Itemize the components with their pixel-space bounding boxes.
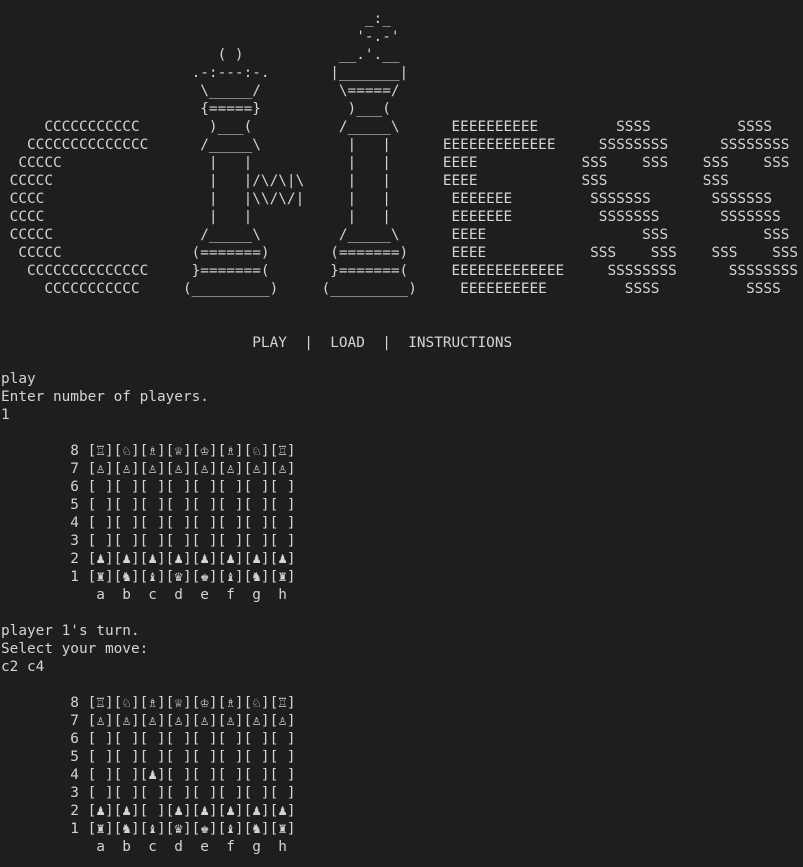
logo-line: CCCCCCCCCCCCCC }=======( }=======( EEEEE…	[1, 263, 799, 279]
logo-line: CCCCC /_____\ /_____\ EEEE SSS SSS	[1, 227, 790, 243]
logo-line: CCCCCCCCCCC (_________) (_________) EEEE…	[1, 281, 781, 297]
board2-rank-3: 3 [ ][ ][ ][ ][ ][ ][ ][ ]	[1, 785, 296, 801]
logo-line: {=====} )___(	[1, 101, 391, 117]
board1-file-labels: a b c d e f g h	[1, 587, 287, 603]
board2-rank-6: 6 [ ][ ][ ][ ][ ][ ][ ][ ]	[1, 731, 296, 747]
board1-rank-3: 3 [ ][ ][ ][ ][ ][ ][ ][ ]	[1, 533, 296, 549]
logo-line: \_____/ \=====/	[1, 83, 400, 99]
board2-rank-8: 8 [♖][♘][♗][♕][♔][♗][♘][♖]	[1, 695, 296, 711]
logo-line: CCCCCCCCCCCCCC /_____\ | | EEEEEEEEEEEEE…	[1, 137, 790, 153]
board1-rank-5: 5 [ ][ ][ ][ ][ ][ ][ ][ ]	[1, 497, 296, 513]
logo-line: '-.-'	[1, 29, 400, 45]
board1-rank-8: 8 [♖][♘][♗][♕][♔][♗][♘][♖]	[1, 443, 296, 459]
main-menu: PLAY | LOAD | INSTRUCTIONS	[1, 335, 513, 351]
board2-rank-7: 7 [♙][♙][♙][♙][♙][♙][♙][♙]	[1, 713, 296, 729]
prompt-move: Select your move:	[1, 641, 149, 657]
turn-status: player 1's turn.	[1, 623, 140, 639]
logo-line: CCCCCCCCCCC )___( /_____\ EEEEEEEEEE SSS…	[1, 119, 773, 135]
user-input-play: play	[1, 371, 36, 387]
prompt-players: Enter number of players.	[1, 389, 209, 405]
user-input-move: c2 c4	[1, 659, 45, 675]
board2-rank-1: 1 [♜][♞][♝][♛][♚][♝][♞][♜]	[1, 821, 296, 837]
board1-rank-2: 2 [♟][♟][♟][♟][♟][♟][♟][♟]	[1, 551, 296, 567]
board2-file-labels: a b c d e f g h	[1, 839, 287, 855]
board1-rank-6: 6 [ ][ ][ ][ ][ ][ ][ ][ ]	[1, 479, 296, 495]
logo-line: CCCCC | |/\/\|\ | | EEEE SSS SSS	[1, 173, 729, 189]
board2-rank-4: 4 [ ][ ][♟][ ][ ][ ][ ][ ]	[1, 767, 296, 783]
logo-line: CCCCC | | | | EEEE SSS SSS SSS SSS	[1, 155, 790, 171]
logo-line: _:_	[1, 11, 391, 27]
user-input-players: 1	[1, 407, 10, 423]
board1-rank-7: 7 [♙][♙][♙][♙][♙][♙][♙][♙]	[1, 461, 296, 477]
logo-line: CCCC | | | | EEEEEEE SSSSSSS SSSSSSS	[1, 209, 781, 225]
terminal-window[interactable]: _:_ '-.-' ( ) __.'.__ .-:---:-. |_______…	[0, 0, 803, 867]
board1-rank-4: 4 [ ][ ][ ][ ][ ][ ][ ][ ]	[1, 515, 296, 531]
logo-line: .-:---:-. |_______|	[1, 65, 409, 81]
board1-rank-1: 1 [♜][♞][♝][♛][♚][♝][♞][♜]	[1, 569, 296, 585]
board2-rank-5: 5 [ ][ ][ ][ ][ ][ ][ ][ ]	[1, 749, 296, 765]
logo-line: ( ) __.'.__	[1, 47, 400, 63]
board2-rank-2: 2 [♟][♟][ ][♟][♟][♟][♟][♟]	[1, 803, 296, 819]
logo-line: CCCC | |\\/\/| | | EEEEEEE SSSSSSS SSSSS…	[1, 191, 773, 207]
logo-line: CCCCC (=======) (=======) EEEE SSS SSS S…	[1, 245, 799, 261]
